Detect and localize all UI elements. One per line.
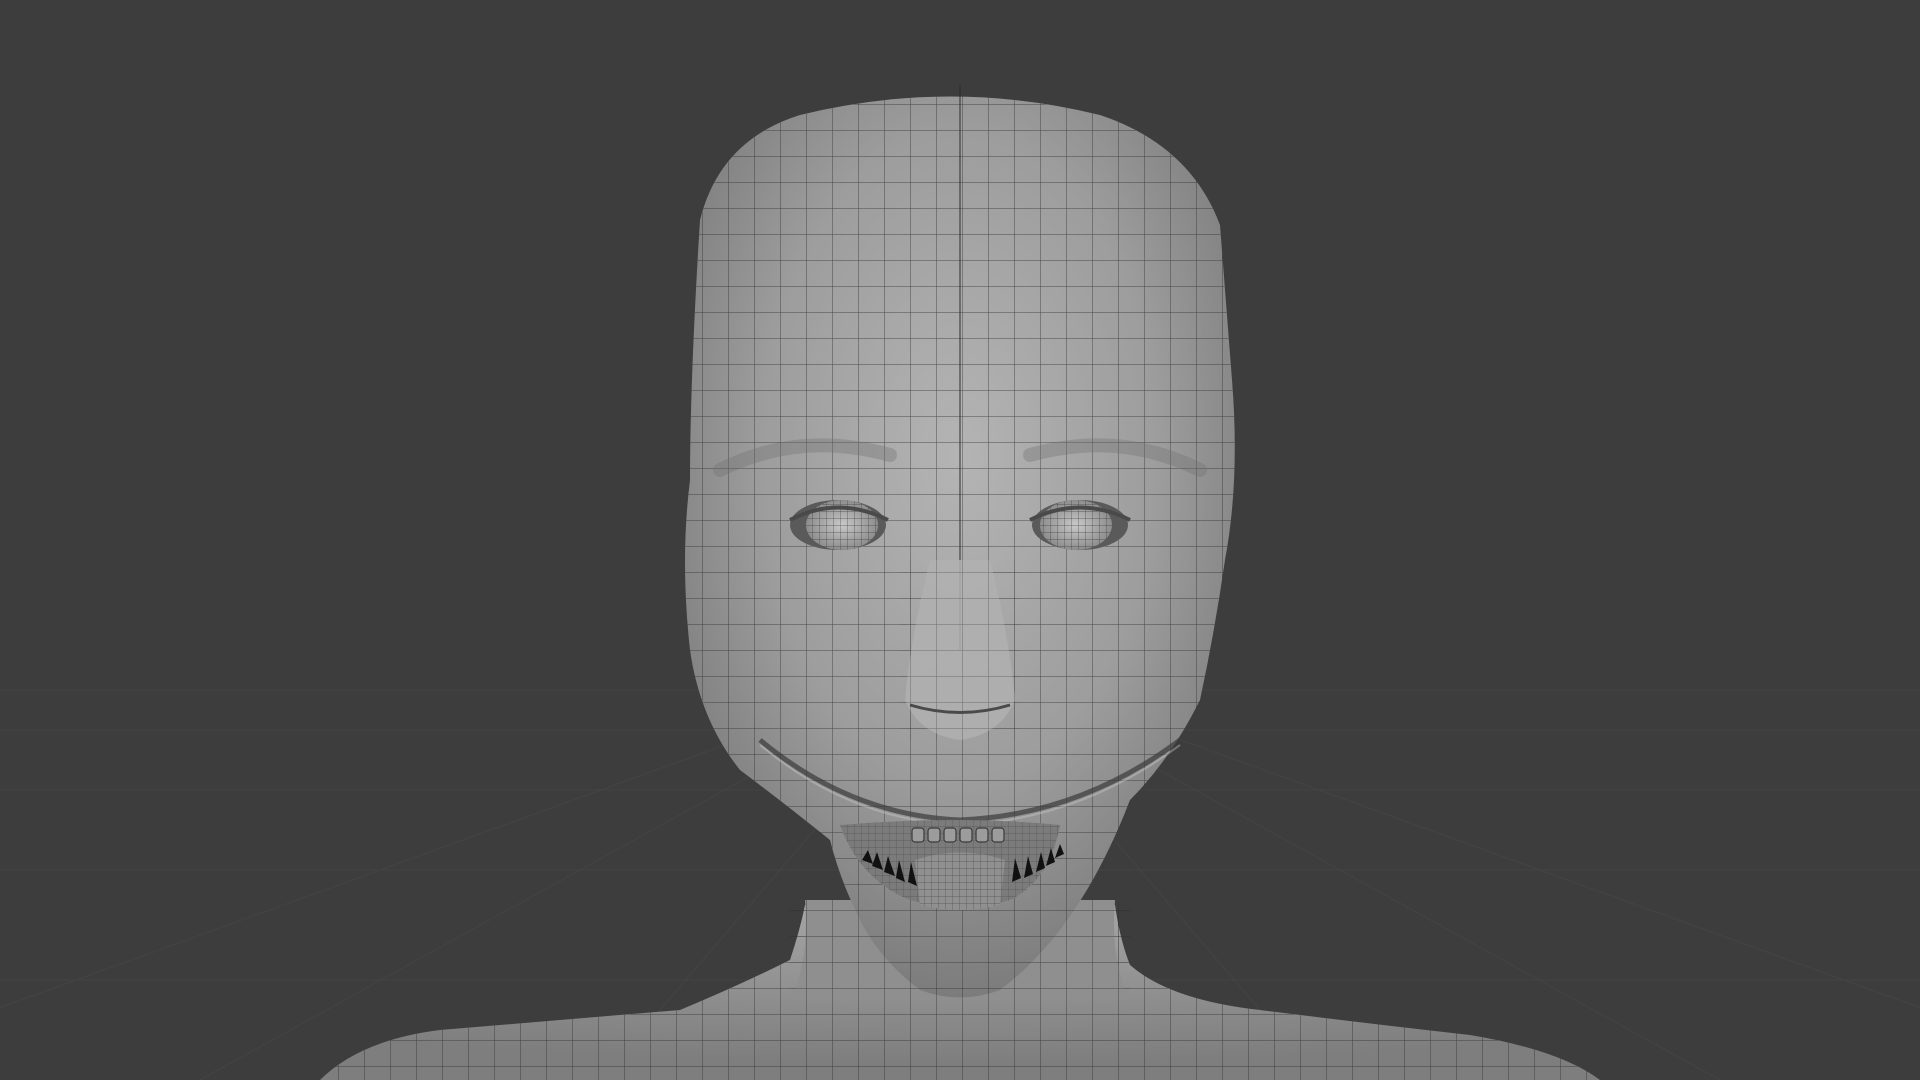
viewport-canvas[interactable] bbox=[0, 0, 1920, 1080]
nose-mesh bbox=[900, 560, 1020, 740]
3d-viewport[interactable] bbox=[0, 0, 1920, 1080]
